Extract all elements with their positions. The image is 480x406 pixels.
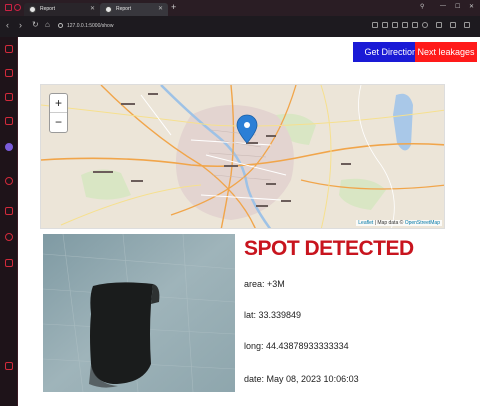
- next-leakages-button[interactable]: Next leakages: [415, 42, 477, 62]
- extension-icon[interactable]: [392, 22, 398, 28]
- osm-link[interactable]: OpenStreetMap: [405, 220, 440, 226]
- browser-titlebar: Report ✕ Report ✕ + ⚲ — ☐ ✕: [0, 0, 480, 16]
- home-icon[interactable]: ⌂: [45, 20, 50, 29]
- font-icon[interactable]: [436, 22, 442, 28]
- minimize-icon[interactable]: —: [440, 3, 446, 9]
- sidebar-home-icon[interactable]: [5, 45, 13, 53]
- site-info-icon[interactable]: [58, 23, 63, 28]
- forward-icon[interactable]: ›: [19, 20, 22, 30]
- spot-image: [43, 234, 235, 392]
- sidebar-bookmark-icon[interactable]: [5, 69, 13, 77]
- shield-icon[interactable]: [422, 22, 428, 28]
- map-attribution: Leaflet | Map data © OpenStreetMap: [356, 220, 442, 226]
- tab-title: Report: [40, 6, 56, 12]
- url-text: 127.0.0.1:5000/show: [67, 23, 114, 29]
- maximize-icon[interactable]: ☐: [455, 3, 460, 10]
- reload-icon[interactable]: ↻: [32, 20, 39, 29]
- tab-close-icon[interactable]: ✕: [90, 3, 95, 16]
- sidebar-download-icon[interactable]: [5, 207, 13, 215]
- tab-favicon-icon: [105, 6, 112, 13]
- sidebar-history-icon[interactable]: [5, 117, 13, 125]
- extension-icon[interactable]: [382, 22, 388, 28]
- back-icon[interactable]: ‹: [6, 20, 9, 30]
- profile-icon[interactable]: [450, 22, 456, 28]
- extension-icon[interactable]: [402, 22, 408, 28]
- settings-icon[interactable]: [464, 22, 470, 28]
- spot-area: area: +3M: [244, 279, 285, 289]
- leaflet-map[interactable]: + − Leaflet | Map data © OpenStreetMap: [40, 84, 445, 229]
- sidebar-more-icon[interactable]: [5, 362, 13, 370]
- close-window-icon[interactable]: ✕: [469, 3, 474, 10]
- spot-date: date: May 08, 2023 10:06:03: [244, 374, 359, 384]
- tab-favicon-icon: [29, 6, 36, 13]
- sidebar-folder-icon[interactable]: [5, 93, 13, 101]
- tab-report-1[interactable]: Report ✕: [24, 3, 100, 16]
- leaflet-link[interactable]: Leaflet: [358, 220, 373, 226]
- url-field[interactable]: 127.0.0.1:5000/show: [58, 20, 358, 32]
- browser-menu-icon[interactable]: [5, 4, 12, 11]
- search-tabs-icon[interactable]: ⚲: [420, 3, 424, 10]
- map-tiles: [41, 85, 444, 228]
- map-zoom-control: + −: [49, 93, 68, 133]
- browser-sidebar: [0, 37, 18, 406]
- tab-title: Report: [116, 6, 132, 12]
- extension-icon[interactable]: [372, 22, 378, 28]
- spot-title: SPOT DETECTED: [244, 237, 414, 260]
- play-icon[interactable]: [412, 22, 418, 28]
- sidebar-player-icon[interactable]: [5, 233, 13, 241]
- spot-longitude: long: 44.43878933333334: [244, 341, 349, 351]
- attribution-text: | Map data ©: [373, 220, 405, 226]
- sidebar-settings-icon[interactable]: [5, 259, 13, 267]
- sidebar-clock-icon[interactable]: [5, 177, 13, 185]
- tab-report-2[interactable]: Report ✕: [100, 3, 168, 16]
- spot-latitude: lat: 33.339849: [244, 310, 302, 320]
- new-tab-button[interactable]: +: [171, 2, 176, 12]
- report-page: Get Directions Next leakages + − Leaflet…: [18, 37, 480, 406]
- zoom-in-button[interactable]: +: [50, 94, 67, 113]
- sidebar-messenger-icon[interactable]: [5, 143, 13, 151]
- browser-logo-icon: [14, 4, 21, 11]
- address-bar-row: ‹ › ↻ ⌂ 127.0.0.1:5000/show: [0, 16, 480, 37]
- zoom-out-button[interactable]: −: [50, 113, 67, 132]
- tab-close-icon[interactable]: ✕: [158, 3, 163, 16]
